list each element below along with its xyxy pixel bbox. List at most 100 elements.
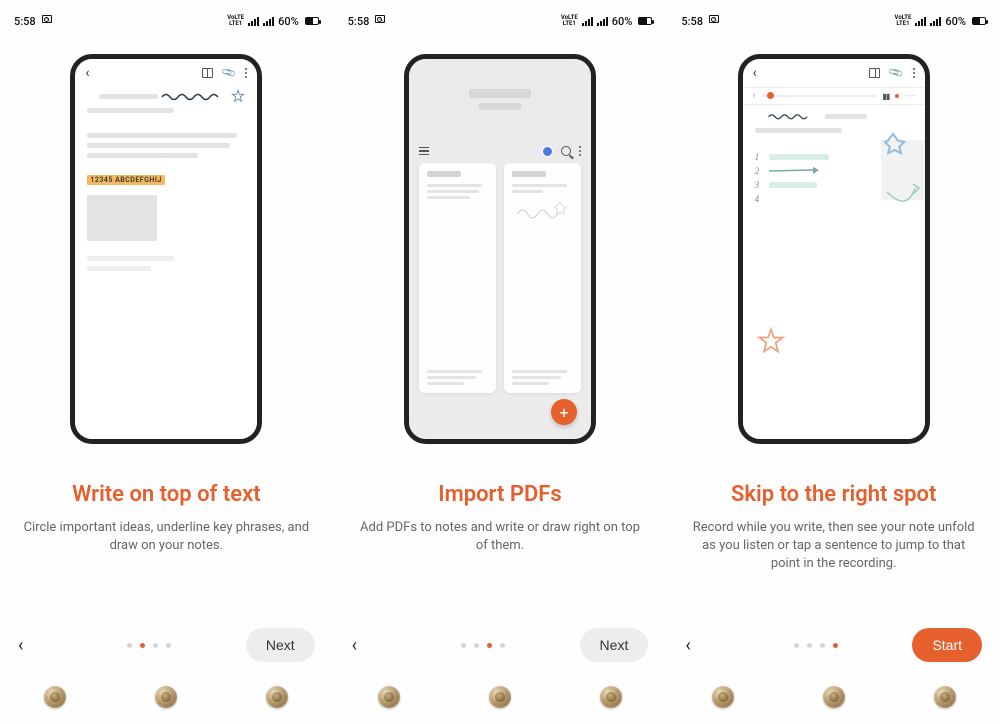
reading-mode-icon[interactable] <box>869 68 880 78</box>
more-icon[interactable] <box>245 68 247 78</box>
pager-dot-active <box>833 643 838 648</box>
onboarding-screen-skip: 5:58 VoLTELTE1 60% ‹ 📎 <box>666 0 1000 724</box>
play-icon[interactable]: › <box>753 91 756 101</box>
audio-player[interactable]: › ▮▮ --:-- <box>743 87 925 105</box>
doodle-annotations <box>867 132 929 222</box>
system-nav <box>0 680 333 714</box>
attachment-icon[interactable]: 📎 <box>888 65 904 81</box>
plus-icon: + <box>559 403 568 422</box>
star-annotation-icon <box>231 89 245 103</box>
back-icon[interactable]: ‹ <box>85 65 89 81</box>
pager-dot-active <box>140 643 145 648</box>
screenshot-icon <box>709 15 721 27</box>
home-button[interactable] <box>489 686 511 708</box>
note-card[interactable] <box>419 163 496 393</box>
pager-dot <box>461 643 466 648</box>
onboarding-nav: ‹ Next <box>334 628 667 662</box>
phone-mockup: + <box>404 54 596 444</box>
next-button[interactable]: Next <box>246 628 315 662</box>
attachment-icon[interactable]: 📎 <box>221 65 237 81</box>
battery-icon <box>638 17 652 25</box>
onboarding-body: Record while you write, then see your no… <box>679 519 989 574</box>
start-button[interactable]: Start <box>912 628 982 662</box>
search-icon[interactable] <box>561 146 571 156</box>
reading-mode-icon[interactable] <box>202 68 213 78</box>
highlighted-text: 12345 ABCDEFGHIJ <box>87 175 164 185</box>
signal-icon-2 <box>930 16 941 26</box>
squiggle-annotation <box>160 89 230 103</box>
pager-dots <box>461 643 505 648</box>
star-doodle-icon <box>757 327 785 355</box>
pager-dot <box>166 643 171 648</box>
menu-icon[interactable] <box>419 147 429 156</box>
pager-dot-active <box>487 643 492 648</box>
strike-line-icon <box>769 166 819 176</box>
back-button[interactable] <box>934 686 956 708</box>
list-number: 3 <box>755 180 763 190</box>
battery-pct: 60% <box>945 15 966 28</box>
pager-dot <box>500 643 505 648</box>
numbered-list: 1 2 3 4 <box>743 142 925 214</box>
back-icon[interactable]: ‹ <box>753 65 757 81</box>
pager-dots <box>127 643 171 648</box>
network-label: VoLTELTE1 <box>561 15 578 27</box>
pdf-badge-icon <box>542 146 553 157</box>
recents-button[interactable] <box>712 686 734 708</box>
timestamp-placeholder: --:-- <box>905 92 914 100</box>
onboarding-heading: Import PDFs <box>438 482 561 507</box>
battery-pct: 60% <box>278 15 299 28</box>
onboarding-heading: Write on top of text <box>72 482 261 507</box>
more-icon[interactable] <box>913 68 915 78</box>
home-button[interactable] <box>155 686 177 708</box>
phone-mockup: ‹ 📎 › ▮▮ --:-- <box>738 54 930 444</box>
status-bar: 5:58 VoLTELTE1 60% <box>675 10 992 32</box>
next-button[interactable]: Next <box>580 628 649 662</box>
screenshot-icon <box>42 15 54 27</box>
prev-button[interactable]: ‹ <box>352 635 386 656</box>
record-icon[interactable] <box>895 94 899 98</box>
phone-mockup: ‹ 📎 <box>70 54 262 444</box>
squiggle-annotation <box>767 109 823 123</box>
signal-icon-2 <box>597 16 608 26</box>
note-card[interactable] <box>504 163 581 393</box>
status-time: 5:58 <box>681 15 703 28</box>
recents-button[interactable] <box>44 686 66 708</box>
recents-button[interactable] <box>378 686 400 708</box>
pager-dot <box>807 643 812 648</box>
note-toolbar: ‹ 📎 <box>743 59 925 87</box>
pager-dot <box>794 643 799 648</box>
pager-dots <box>794 643 838 648</box>
list-number: 1 <box>755 152 763 162</box>
pager-dot <box>127 643 132 648</box>
pdf-list-toolbar <box>419 141 581 161</box>
onboarding-body: Circle important ideas, underline key ph… <box>11 519 321 555</box>
home-button[interactable] <box>823 686 845 708</box>
add-note-fab[interactable]: + <box>551 399 577 425</box>
status-time: 5:58 <box>14 15 36 28</box>
back-button[interactable] <box>266 686 288 708</box>
signal-icon <box>248 16 259 26</box>
pager-dot <box>474 643 479 648</box>
network-label: VoLTELTE1 <box>227 15 244 27</box>
signal-icon-2 <box>263 16 274 26</box>
onboarding-nav: ‹ Start <box>667 628 1000 662</box>
prev-button[interactable]: ‹ <box>18 635 52 656</box>
audio-scrubber[interactable] <box>761 95 876 97</box>
prev-button[interactable]: ‹ <box>685 635 719 656</box>
onboarding-screen-pdf: 5:58 VoLTELTE1 60% <box>333 0 667 724</box>
status-bar: 5:58 VoLTELTE1 60% <box>342 10 659 32</box>
pager-dot <box>153 643 158 648</box>
more-icon[interactable] <box>579 146 581 156</box>
onboarding-screen-write: 5:58 VoLTELTE1 60% ‹ 📎 <box>0 0 333 724</box>
back-button[interactable] <box>600 686 622 708</box>
system-nav <box>334 680 667 714</box>
screenshot-icon <box>375 15 387 27</box>
onboarding-body: Add PDFs to notes and write or draw righ… <box>345 519 655 555</box>
battery-pct: 60% <box>612 15 633 28</box>
scribble-thumb-icon <box>512 196 573 224</box>
onboarding-heading: Skip to the right spot <box>731 482 936 507</box>
signal-icon <box>582 16 593 26</box>
pause-icon[interactable]: ▮▮ <box>882 92 889 101</box>
status-time: 5:58 <box>348 15 370 28</box>
status-bar: 5:58 VoLTELTE1 60% <box>8 10 325 32</box>
